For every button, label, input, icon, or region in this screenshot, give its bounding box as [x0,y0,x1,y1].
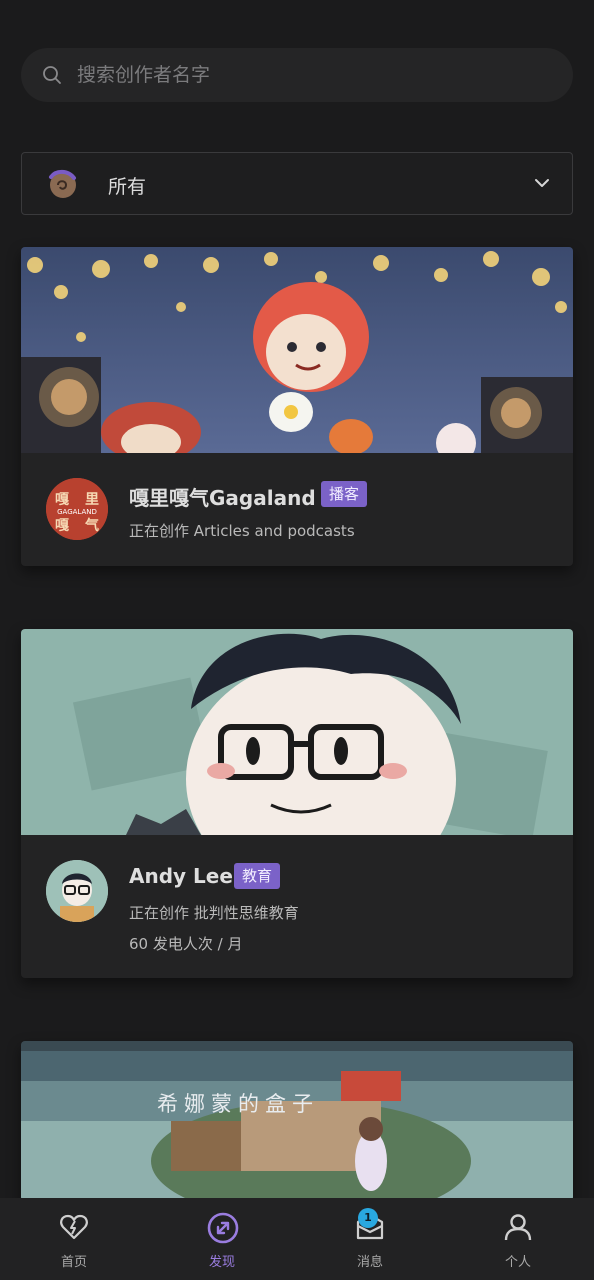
nav-item-home[interactable]: 首页 [0,1198,148,1280]
creator-banner-title: 希娜蒙的盒子 [157,1092,319,1116]
category-filter-dropdown[interactable]: 所有 [21,152,573,215]
nav-label-messages: 消息 [356,1255,383,1270]
discover-icon [207,1212,239,1244]
creator-banner-image [21,247,573,453]
nav-label-discover: 发现 [208,1255,235,1270]
nav-item-discover[interactable]: 发现 [148,1198,296,1280]
notification-badge: 1 [358,1208,378,1228]
creator-creating-text: 正在创作 Articles and podcasts [129,522,355,540]
creator-creating-text: 正在创作 批判性思维教育 [129,904,299,922]
avatar-image: 嘎 里 GAGALAND 嘎 气 [46,478,108,540]
creator-avatar [46,860,108,922]
creator-banner-image [21,629,573,835]
search-input[interactable] [77,60,537,90]
creator-card[interactable]: Andy Lee 教育 正在创作 批判性思维教育 60 发电人次 / 月 [21,629,573,978]
avatar-char-1: 嘎 [55,492,69,508]
person-icon [504,1214,532,1241]
search-bar[interactable] [21,48,573,102]
creator-card[interactable]: 希娜蒙的盒子 [21,1041,573,1201]
nav-item-profile[interactable]: 个人 [444,1198,592,1280]
creator-banner-image [21,1041,573,1201]
creator-card[interactable]: 嘎 里 GAGALAND 嘎 气 嘎里嘎气Gagaland 播客 正在创作 Ar… [21,247,573,566]
avatar-wordmark: GAGALAND [57,508,97,516]
filter-selected-label: 所有 [108,176,147,198]
heart-bolt-icon [60,1214,88,1240]
creator-category-badge: 播客 [321,481,368,507]
creator-avatar: 嘎 里 GAGALAND 嘎 气 [46,478,108,540]
avatar-char-3: 嘎 [55,518,69,534]
creator-name: Andy Lee [129,864,233,888]
creator-supporters-text: 60 发电人次 / 月 [129,935,243,953]
bottom-navigation: 首页 发现 1 消息 个人 [0,1198,594,1280]
search-icon [43,66,61,84]
chevron-down-icon [535,179,549,187]
creator-name: 嘎里嘎气Gagaland [129,486,316,510]
nav-item-messages[interactable]: 1 消息 [296,1198,444,1280]
avatar-image [46,860,108,922]
avatar-char-2: 里 [85,492,99,508]
nav-label-profile: 个人 [504,1255,531,1270]
nav-label-home: 首页 [60,1255,87,1270]
category-logo-icon [49,169,76,198]
creator-category-badge: 教育 [234,863,281,889]
avatar-char-4: 气 [84,517,99,534]
